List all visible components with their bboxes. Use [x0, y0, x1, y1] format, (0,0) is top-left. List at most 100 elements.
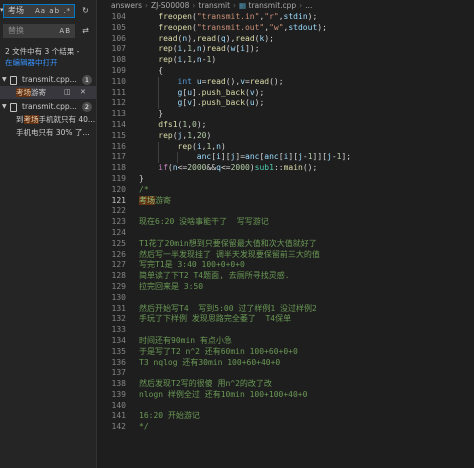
chevron-down-icon[interactable]: ▼: [2, 100, 7, 113]
code-line[interactable]: 114 dfs1(1,0);: [97, 120, 474, 131]
code-line[interactable]: 112 g[v].push_back(u);: [97, 98, 474, 110]
code-text: rep(i,1,n): [177, 141, 226, 151]
code-editor[interactable]: answers › ZJ-S00008 › transmit › ▦ transmit.cp…: [97, 0, 474, 468]
result-match[interactable]: 考场游寄 ◫ ✕: [0, 86, 96, 99]
code-line[interactable]: 104 freopen("transmit.in","r",stdin);: [97, 12, 474, 23]
code-line[interactable]: 118 if(n<=2000&&q<=2000)sub1::main();: [97, 163, 474, 174]
code-line[interactable]: 131 然后开始写T4 写到5:00 过了样例1 没过样例2: [97, 304, 474, 315]
code-line[interactable]: 124: [97, 228, 474, 239]
code-line[interactable]: 133: [97, 325, 474, 336]
refresh-icon[interactable]: ↻: [79, 4, 92, 17]
code-text: 考场游寄: [139, 195, 171, 205]
code-text: 时间还有90min 有点小急: [139, 335, 232, 345]
line-number: 119: [111, 173, 126, 183]
code-line[interactable]: 132 手玩了下样例 发现思路完全萎了 T4保单: [97, 314, 474, 325]
code-line[interactable]: 140: [97, 401, 474, 412]
search-input[interactable]: 考场 Aa ab .*: [3, 4, 75, 18]
line-number: 142: [111, 422, 126, 432]
replace-input[interactable]: 替换 AB: [3, 24, 75, 38]
code-text: nlogn 样例全过 还有10min 100+100+40+0: [139, 389, 308, 399]
close-icon[interactable]: ✕: [80, 86, 86, 99]
code-text: if(n<=2000&&q<=2000)sub1::main();: [158, 163, 318, 173]
code-line[interactable]: 135 于是写了T2 n^2 还有60min 100+60+0+0: [97, 347, 474, 358]
code-area[interactable]: 104 freopen("transmit.in","r",stdin); 105…: [97, 12, 474, 433]
code-line[interactable]: 109 {: [97, 66, 474, 77]
code-line[interactable]: 139 nlogn 样例全过 还有10min 100+100+40+0: [97, 390, 474, 401]
search-query: 考场: [8, 6, 24, 15]
code-line[interactable]: 119}: [97, 174, 474, 185]
code-line[interactable]: 115 rep(j,1,20): [97, 131, 474, 142]
breadcrumb-item[interactable]: answers: [111, 1, 142, 10]
line-number: 133: [111, 325, 126, 335]
code-text: 然后发现T2写的很傻 用n^2的改了改: [139, 379, 272, 389]
code-line[interactable]: 121 考场游寄: [97, 195, 474, 207]
code-text: */: [139, 422, 149, 432]
code-text: 拉完回来是 3:50: [139, 281, 204, 291]
search-sidebar: ▾ 考场 Aa ab .* ↻ 替换 AB ⇄ 2 文件中有 3 个结果 - 在…: [0, 0, 97, 468]
line-number: 123: [111, 217, 126, 227]
chevron-down-icon[interactable]: ▼: [2, 73, 7, 86]
code-text: int u=read(),v=read();: [177, 76, 284, 86]
replace-icon[interactable]: ◫: [64, 86, 71, 99]
code-line[interactable]: 134 时间还有90min 有点小急: [97, 336, 474, 347]
line-number: 110: [111, 76, 126, 86]
result-file-name: transmit.cpp...: [22, 75, 77, 84]
preserve-case-toggle[interactable]: AB: [59, 25, 71, 37]
code-line[interactable]: 122: [97, 206, 474, 217]
result-count-badge: 1: [82, 75, 92, 85]
breadcrumb-item[interactable]: transmit: [198, 1, 230, 10]
code-line[interactable]: 107 rep(i,1,n)read(w[i]);: [97, 44, 474, 55]
code-text: rep(i,1,n-1): [158, 55, 217, 65]
code-line[interactable]: 137: [97, 368, 474, 379]
line-number: 141: [111, 411, 126, 421]
code-line[interactable]: 138 然后发现T2写的很傻 用n^2的改了改: [97, 379, 474, 390]
line-number: 116: [111, 141, 126, 151]
code-text: 于是写了T2 n^2 还有60min 100+60+0+0: [139, 346, 298, 356]
code-text: rep(j,1,20): [158, 130, 212, 140]
line-number: 111: [111, 87, 126, 97]
code-text: 写完T1是 3:40 100+0+0+0: [139, 260, 245, 270]
line-number: 109: [111, 65, 126, 75]
line-number: 107: [111, 44, 126, 54]
code-line[interactable]: 106 read(n),read(q),read(k);: [97, 34, 474, 45]
code-line[interactable]: 116 rep(i,1,n): [97, 141, 474, 153]
code-text: }: [158, 109, 164, 119]
code-line[interactable]: 120 /*: [97, 185, 474, 196]
result-count-badge: 2: [82, 102, 92, 112]
code-line[interactable]: 142 */: [97, 422, 474, 433]
match-text: 手机电只有 30% 了...: [16, 128, 90, 137]
breadcrumb-item[interactable]: ...: [305, 1, 312, 10]
code-line[interactable]: 111 g[u].push_back(v);: [97, 87, 474, 99]
code-line[interactable]: 126 然后写一半发现挂了 调半天发现要保留前三大的值: [97, 250, 474, 261]
code-line[interactable]: 125 T1花了20min想到只要保留最大值和次大值就好了: [97, 239, 474, 250]
replace-all-icon[interactable]: ⇄: [79, 24, 92, 37]
code-line[interactable]: 105 freopen("transmit.out","w",stdout);: [97, 23, 474, 34]
code-line[interactable]: 110 int u=read(),v=read();: [97, 76, 474, 88]
result-file[interactable]: ▼ transmit.cpp... 1: [0, 73, 96, 86]
code-line[interactable]: 141 16:20 开始游记: [97, 411, 474, 422]
breadcrumb-item[interactable]: transmit.cpp: [249, 1, 297, 10]
search-options[interactable]: Aa ab .*: [35, 5, 71, 17]
open-in-editor-link[interactable]: 在编辑器中打开: [5, 58, 58, 68]
code-line[interactable]: 113 }: [97, 109, 474, 120]
result-match[interactable]: 到考场手机就只有 40...: [0, 113, 96, 126]
breadcrumb-item[interactable]: ZJ-S00008: [151, 1, 189, 10]
code-line[interactable]: 128 简单读了下T2 T4题面, 去厕所寻找灵感.: [97, 271, 474, 282]
code-line[interactable]: 108 rep(i,1,n-1): [97, 55, 474, 66]
code-line[interactable]: 127 写完T1是 3:40 100+0+0+0: [97, 260, 474, 271]
code-line[interactable]: 129 拉完回来是 3:50: [97, 282, 474, 293]
code-text: 手玩了下样例 发现思路完全萎了 T4保单: [139, 314, 292, 324]
result-match[interactable]: 手机电只有 30% 了...: [0, 126, 96, 139]
file-icon: ▦: [239, 1, 249, 10]
code-line[interactable]: 117 anc[i][j]=anc[anc[i][j-1]][j-1];: [97, 152, 474, 164]
code-text: rep(i,1,n)read(w[i]);: [158, 44, 260, 54]
code-text: T1花了20min想到只要保留最大值和次大值就好了: [139, 238, 317, 248]
code-text: }: [139, 173, 144, 183]
line-number: 114: [111, 119, 126, 129]
result-file[interactable]: ▼ transmit.cpp... 2: [0, 100, 96, 113]
code-line[interactable]: 136 T3 nqlog 还有30min 100+60+40+0: [97, 358, 474, 369]
chevron-right-icon: ›: [299, 1, 303, 10]
code-line[interactable]: 123 现在6:20 没啥事能干了 写写游记: [97, 217, 474, 228]
code-line[interactable]: 130: [97, 293, 474, 304]
code-text: 现在6:20 没啥事能干了 写写游记: [139, 217, 269, 227]
